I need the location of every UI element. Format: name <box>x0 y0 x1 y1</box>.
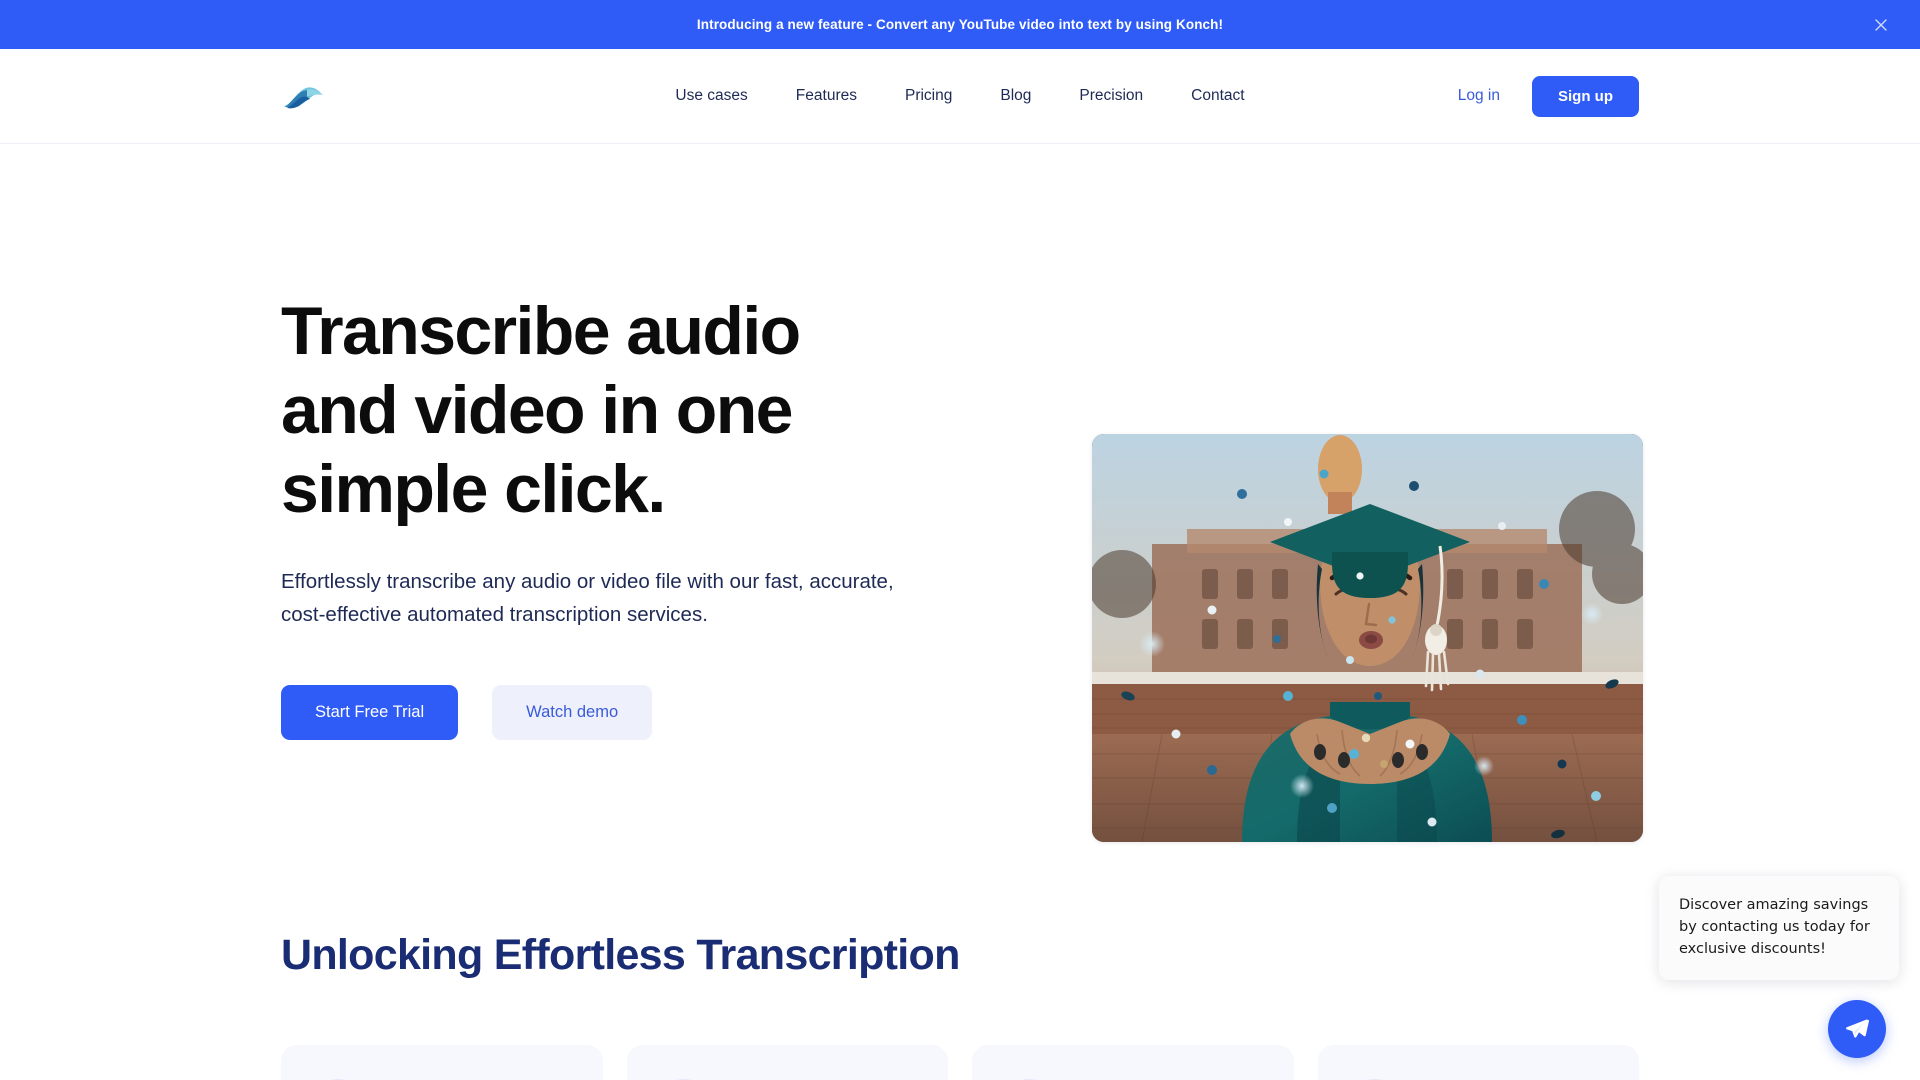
nav-item-pricing[interactable]: Pricing <box>905 88 952 104</box>
feature-card[interactable] <box>1318 1045 1640 1080</box>
header-actions: Log in Sign up <box>1458 76 1639 117</box>
chat-promo-text: Discover amazing savings by contacting u… <box>1679 894 1879 960</box>
nav-item-precision[interactable]: Precision <box>1079 88 1143 104</box>
nav-item-blog[interactable]: Blog <box>1000 88 1031 104</box>
section-title: Unlocking Effortless Transcription <box>281 932 1639 979</box>
signup-button[interactable]: Sign up <box>1532 76 1639 117</box>
feature-card[interactable] <box>627 1045 949 1080</box>
feature-card[interactable] <box>972 1045 1294 1080</box>
login-link[interactable]: Log in <box>1458 87 1500 105</box>
hero-title: Transcribe audio and video in one simple… <box>281 292 881 529</box>
main-navigation: Use cases Features Pricing Blog Precisio… <box>675 88 1244 104</box>
chat-launcher-button[interactable] <box>1828 1000 1886 1058</box>
nav-item-contact[interactable]: Contact <box>1191 88 1244 104</box>
feature-card[interactable] <box>281 1045 603 1080</box>
hero-image-container <box>1092 434 1643 842</box>
nav-item-use-cases[interactable]: Use cases <box>675 88 747 104</box>
announcement-banner: Introducing a new feature - Convert any … <box>0 0 1920 49</box>
nav-item-features[interactable]: Features <box>796 88 857 104</box>
watch-demo-button[interactable]: Watch demo <box>492 685 652 740</box>
konch-logo[interactable] <box>281 81 327 111</box>
unlocking-transcription-section: Unlocking Effortless Transcription <box>0 932 1920 1080</box>
hero-copy: Transcribe audio and video in one simple… <box>281 292 981 740</box>
announcement-text: Introducing a new feature - Convert any … <box>697 17 1223 32</box>
chat-promo-tooltip: Discover amazing savings by contacting u… <box>1659 876 1899 980</box>
feature-cards-row <box>281 1045 1639 1080</box>
hero-cta-group: Start Free Trial Watch demo <box>281 685 981 740</box>
hero-subtitle: Effortlessly transcribe any audio or vid… <box>281 565 906 631</box>
hero-image <box>1092 434 1643 842</box>
send-icon <box>1844 1016 1870 1042</box>
site-header: Use cases Features Pricing Blog Precisio… <box>0 49 1920 144</box>
hero-section: Transcribe audio and video in one simple… <box>0 144 1920 740</box>
start-free-trial-button[interactable]: Start Free Trial <box>281 685 458 740</box>
close-icon[interactable] <box>1870 14 1892 36</box>
